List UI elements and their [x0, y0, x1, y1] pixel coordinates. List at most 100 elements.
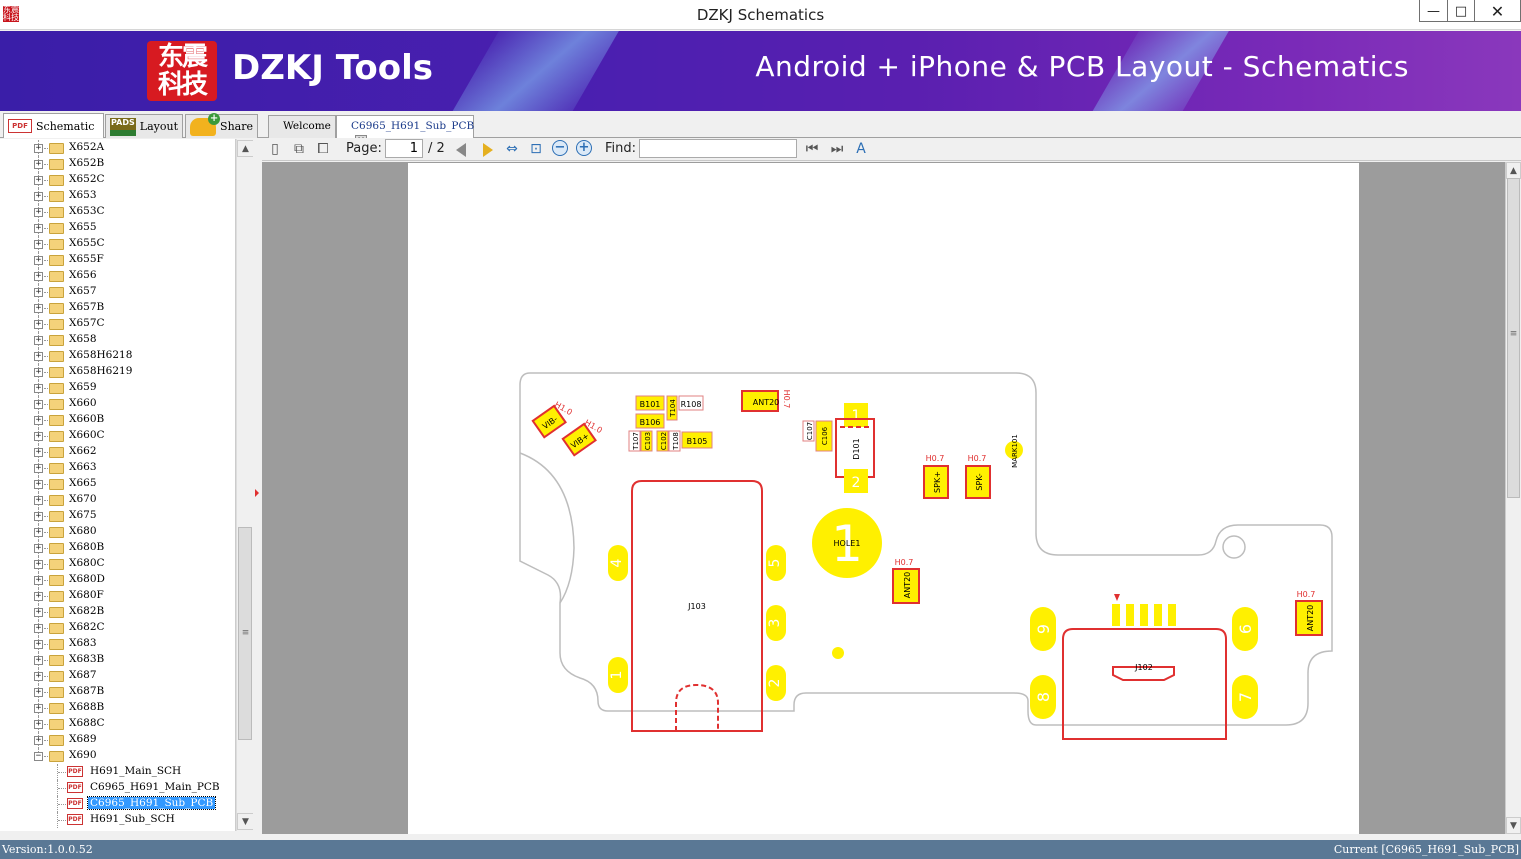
expand-icon[interactable]: + — [34, 704, 43, 713]
tree-file-item[interactable]: PDF H691_Main_SCH — [0, 764, 235, 780]
tree-folder-item[interactable]: + X662 — [0, 444, 235, 460]
expand-icon[interactable]: + — [34, 304, 43, 313]
expand-icon[interactable]: + — [34, 160, 43, 169]
maximize-button[interactable]: □ — [1447, 0, 1474, 22]
find-next-icon[interactable]: ⏭ — [828, 140, 846, 158]
expand-icon[interactable]: + — [34, 448, 43, 457]
panel-splitter[interactable] — [253, 139, 262, 831]
tree-folder-item[interactable]: + X652C — [0, 172, 235, 188]
tree-folder-item-expanded[interactable]: − X690 — [0, 748, 235, 764]
expand-icon[interactable]: + — [34, 672, 43, 681]
scroll-down-arrow-icon[interactable]: ▼ — [1506, 817, 1521, 834]
expand-icon[interactable]: + — [34, 320, 43, 329]
expand-icon[interactable]: + — [34, 608, 43, 617]
tree-folder-item[interactable]: + X652B — [0, 156, 235, 172]
tree-folder-item[interactable]: + X670 — [0, 492, 235, 508]
find-previous-icon[interactable]: ⏮ — [803, 140, 821, 158]
expand-icon[interactable]: + — [34, 496, 43, 505]
tree-folder-item[interactable]: + X656 — [0, 268, 235, 284]
expand-icon[interactable]: + — [34, 544, 43, 553]
expand-icon[interactable]: + — [34, 512, 43, 521]
zoom-out-icon[interactable]: − — [552, 140, 568, 156]
expand-icon[interactable]: + — [34, 240, 43, 249]
expand-icon[interactable]: + — [34, 288, 43, 297]
tree-file-item[interactable]: PDF C6965_H691_Main_PCB — [0, 780, 235, 796]
tree-scrollbar[interactable]: ▲ ≡ ▼ — [236, 139, 254, 831]
tree-folder-item[interactable]: + X663 — [0, 460, 235, 476]
expand-icon[interactable]: + — [34, 640, 43, 649]
single-page-icon[interactable]: ▯ — [266, 140, 284, 158]
tree-folder-item[interactable]: + X683 — [0, 636, 235, 652]
tree-folder-item[interactable]: + X682B — [0, 604, 235, 620]
tree-folder-item[interactable]: + X689 — [0, 732, 235, 748]
expand-icon[interactable]: + — [34, 432, 43, 441]
file-tree[interactable]: + X652A + X652B + X652C + X653 + X653C + X655 + X655C… — [0, 139, 236, 831]
scroll-thumb[interactable]: ≡ — [238, 527, 252, 740]
page-number-input[interactable]: 1 — [385, 139, 423, 158]
tree-folder-item[interactable]: + X680D — [0, 572, 235, 588]
tree-folder-item[interactable]: + X660 — [0, 396, 235, 412]
expand-icon[interactable]: + — [34, 576, 43, 585]
expand-icon[interactable]: + — [34, 176, 43, 185]
expand-icon[interactable]: + — [34, 528, 43, 537]
expand-icon[interactable]: + — [34, 368, 43, 377]
facing-pages-icon[interactable]: ⧠ — [314, 140, 332, 158]
tree-folder-item[interactable]: + X683B — [0, 652, 235, 668]
collapse-arrow-icon[interactable] — [255, 489, 259, 497]
find-input[interactable] — [639, 139, 797, 158]
tree-file-item[interactable]: PDF C6965_H691_Sub_PCB — [0, 796, 235, 812]
tree-folder-item[interactable]: + X675 — [0, 508, 235, 524]
expand-icon[interactable]: + — [34, 400, 43, 409]
collapse-icon[interactable]: − — [34, 752, 43, 761]
tree-folder-item[interactable]: + X655F — [0, 252, 235, 268]
tree-folder-item[interactable]: + X660B — [0, 412, 235, 428]
tree-folder-item[interactable]: + X687 — [0, 668, 235, 684]
expand-icon[interactable]: + — [34, 192, 43, 201]
expand-icon[interactable]: + — [34, 352, 43, 361]
tree-folder-item[interactable]: + X682C — [0, 620, 235, 636]
tree-folder-item[interactable]: + X680F — [0, 588, 235, 604]
continuous-page-icon[interactable]: ⧉ — [290, 140, 308, 158]
match-case-icon[interactable]: A — [852, 140, 870, 158]
tab-layout[interactable]: PADS Layout — [105, 114, 183, 138]
expand-icon[interactable]: + — [34, 464, 43, 473]
expand-icon[interactable]: + — [34, 688, 43, 697]
expand-icon[interactable]: + — [34, 624, 43, 633]
tree-folder-item[interactable]: + X653 — [0, 188, 235, 204]
tree-folder-item[interactable]: + X653C — [0, 204, 235, 220]
minimize-button[interactable]: — — [1420, 0, 1447, 22]
document-viewer[interactable]: B101 T104 R108 B106 T107 C103 C102 T108 … — [262, 162, 1505, 834]
expand-icon[interactable]: + — [34, 384, 43, 393]
tree-folder-item[interactable]: + X658H6219 — [0, 364, 235, 380]
tree-folder-item[interactable]: + X680B — [0, 540, 235, 556]
scroll-up-arrow-icon[interactable]: ▲ — [237, 140, 254, 157]
expand-icon[interactable]: + — [34, 336, 43, 345]
expand-icon[interactable]: + — [34, 208, 43, 217]
tree-file-item[interactable]: PDF H691_Sub_SCH — [0, 812, 235, 828]
tree-folder-item[interactable]: + X655C — [0, 236, 235, 252]
expand-icon[interactable]: + — [34, 720, 43, 729]
tree-folder-item[interactable]: + X657 — [0, 284, 235, 300]
zoom-in-icon[interactable]: + — [576, 140, 592, 156]
tree-folder-item[interactable]: + X658 — [0, 332, 235, 348]
next-page-icon[interactable] — [483, 143, 493, 157]
close-button[interactable]: ✕ — [1474, 0, 1520, 22]
scroll-up-arrow-icon[interactable]: ▲ — [1506, 162, 1521, 179]
expand-icon[interactable]: + — [34, 656, 43, 665]
tree-folder-item[interactable]: + X652A — [0, 140, 235, 156]
tree-folder-item[interactable]: + X665 — [0, 476, 235, 492]
expand-icon[interactable]: + — [34, 416, 43, 425]
tree-folder-item[interactable]: + X680C — [0, 556, 235, 572]
viewer-scrollbar[interactable]: ▲ ≡ ▼ — [1505, 162, 1521, 834]
fit-width-icon[interactable]: ⇔ — [503, 140, 521, 158]
tab-schematic[interactable]: PDF Schematic — [3, 113, 104, 138]
tree-folder-item[interactable]: + X680 — [0, 524, 235, 540]
pdf-page[interactable]: B101 T104 R108 B106 T107 C103 C102 T108 … — [408, 163, 1359, 834]
expand-icon[interactable]: + — [34, 144, 43, 153]
expand-icon[interactable]: + — [34, 272, 43, 281]
tree-folder-item[interactable]: + X688C — [0, 716, 235, 732]
previous-page-icon[interactable] — [456, 143, 466, 157]
tree-folder-item[interactable]: + X659 — [0, 380, 235, 396]
expand-icon[interactable]: + — [34, 256, 43, 265]
fit-page-icon[interactable]: ⊡ — [527, 140, 545, 158]
